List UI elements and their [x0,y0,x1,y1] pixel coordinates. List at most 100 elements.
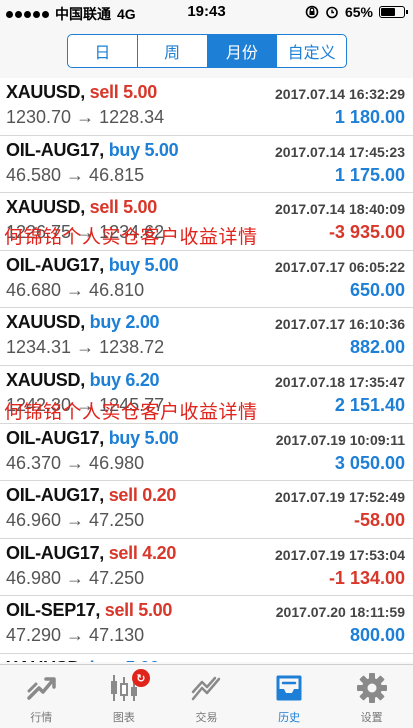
trade-datetime: 2017.07.19 10:09:11 [275,431,405,448]
trade-prices: 1242.30 → 1245.77 [6,394,165,415]
symbol-label: OIL-AUG17, [6,139,105,160]
trade-row[interactable]: XAUUSD, sell 5.00 2017.07.14 18:40:09 1226… [0,193,413,251]
alarm-icon [326,6,338,19]
trade-prices: 46.980 → 47.250 [6,567,145,588]
segment-week[interactable]: 周 [138,35,208,67]
trade-row[interactable]: OIL-AUG17, buy 5.00 2017.07.19 10:09:11 46… [0,423,413,482]
trade-symbol: XAUUSD, sell 5.00 [6,82,157,103]
segment-month[interactable]: 月份 [207,35,278,67]
trade-profit: 3 050.00 [334,452,405,473]
period-segmented-control: 日 周 月份 自定义 [67,34,347,68]
tab-quotes[interactable]: 行情 [0,665,83,728]
tab-label: 图表 [112,711,135,724]
trade-side-lots: buy 5.00 [108,139,179,160]
symbol-label: XAUUSD, [6,312,85,333]
trade-prices: 46.370 → 46.980 [6,452,145,473]
trade-symbol: OIL-AUG17, sell 0.20 [6,485,176,506]
trade-profit: 650.00 [349,279,405,300]
symbol-label: OIL-AUG17, [6,254,105,275]
trade-profit: -1 134.00 [328,567,405,588]
trade-profit: 1 175.00 [334,164,405,185]
tab-label: 行情 [30,711,53,724]
battery-icon [379,6,408,18]
tab-chart[interactable]: ↻ 图表 [83,665,166,728]
tab-label: 历史 [278,711,301,724]
trade-side-lots: buy 5.00 [90,658,160,662]
trade-row[interactable]: OIL-SEP17, sell 5.00 2017.07.20 18:11:59 4… [0,596,413,654]
trade-symbol: OIL-SEP17, sell 5.00 [6,600,172,621]
trade-side-lots: buy 6.20 [89,369,160,390]
trade-row[interactable]: OIL-AUG17, sell 0.20 2017.07.19 17:52:49 4… [0,481,413,539]
bottom-tab-bar: 行情 ↻ 图表 交易 历史 设置 [0,664,413,728]
trade-side-lots: buy 5.00 [108,254,179,275]
tab-label: 设置 [360,711,383,724]
symbol-label: XAUUSD, [6,197,85,218]
trade-profit: 1 180.00 [334,107,405,127]
trade-datetime: 2017.07.19 17:52:49 [275,489,405,506]
trade-row[interactable]: XAUUSD, sell 5.00 2017.07.14 16:32:29 1230… [0,78,413,136]
trade-side-lots: buy 2.00 [89,312,160,333]
trade-datetime: 2017.07.20 18:11:59 [275,604,405,621]
history-icon [276,675,302,701]
tab-settings[interactable]: 设置 [330,665,413,728]
trade-datetime: 2017.07.14 17:45:23 [275,143,405,160]
chart-refresh-badge: ↻ [131,669,150,687]
trade-datetime: 2017.07.14 18:40:09 [275,201,405,218]
trade-side-lots: sell 4.20 [108,542,177,563]
symbol-label: OIL-AUG17, [6,427,105,448]
trade-icon [192,676,221,701]
symbol-label: XAUUSD, [6,369,85,390]
symbol-label: OIL-AUG17, [6,485,105,506]
trade-symbol: XAUUSD, buy 6.20 [6,369,160,391]
trade-row[interactable]: XAUUSD, buy 6.20 2017.07.18 17:35:47 1242.… [0,365,413,424]
symbol-label: OIL-AUG17, [6,542,105,563]
trade-symbol: XAUUSD, buy 5.00 [6,658,160,662]
trade-datetime: 2017.07.17 06:05:22 [275,258,405,275]
trade-profit: 882.00 [349,337,405,358]
trade-side-lots: sell 5.00 [89,82,158,102]
trade-profit: -3 935.00 [328,222,405,243]
trade-row[interactable]: XAUUSD, buy 2.00 2017.07.17 16:10:36 1234.… [0,308,413,366]
trade-profit: 800.00 [349,625,405,646]
trade-prices: 47.290 → 47.130 [6,625,145,646]
trade-prices: 1230.70 → 1228.34 [6,107,165,127]
trade-row[interactable]: XAUUSD, buy 5.002017.07.21 09:11:17 [0,653,413,662]
trade-side-lots: sell 0.20 [108,485,177,506]
trade-symbol: OIL-AUG17, buy 5.00 [6,254,179,276]
trade-symbol: OIL-AUG17, buy 5.00 [6,139,179,161]
trade-prices: 1226.75 → 1234.62 [6,222,165,243]
trade-datetime: 2017.07.14 16:32:29 [275,86,405,102]
trade-symbol: XAUUSD, sell 5.00 [6,197,157,218]
segment-day[interactable]: 日 [68,35,138,67]
trade-profit: 2 151.40 [334,394,405,415]
symbol-label: XAUUSD, [6,82,85,102]
tab-history[interactable]: 历史 [248,665,331,728]
trade-row[interactable]: OIL-AUG17, sell 4.20 2017.07.19 17:53:04 4… [0,538,413,597]
trade-datetime: 2017.07.17 16:10:36 [275,316,405,333]
quotes-icon [27,677,57,700]
trade-symbol: OIL-AUG17, sell 4.20 [6,543,176,564]
trade-profit: -58.00 [353,510,405,531]
trade-symbol: XAUUSD, buy 2.00 [6,312,160,333]
symbol-label: OIL-SEP17, [6,600,101,621]
status-bar: 中国联通 4G 19:43 65% [0,0,413,24]
trade-datetime: 2017.07.19 17:53:04 [275,546,405,563]
battery-percent: 65% [344,4,373,20]
trade-prices: 1234.31 → 1238.72 [6,337,165,358]
segment-custom[interactable]: 自定义 [277,35,346,67]
trade-row[interactable]: OIL-AUG17, buy 5.00 2017.07.14 17:45:23 46… [0,135,413,194]
status-right: 65% [305,4,408,20]
tab-trade[interactable]: 交易 [165,665,248,728]
trade-history-list[interactable]: XAUUSD, sell 5.00 2017.07.14 16:32:29 1230… [0,78,413,662]
trade-datetime: 2017.07.18 17:35:47 [275,373,405,390]
trade-symbol: OIL-AUG17, buy 5.00 [6,427,179,449]
battery-fill [381,8,395,16]
trade-row[interactable]: OIL-AUG17, buy 5.00 2017.07.17 06:05:22 46… [0,250,413,309]
settings-icon [356,673,387,703]
tab-label: 交易 [195,711,218,724]
trade-side-lots: sell 5.00 [89,197,158,218]
symbol-label: XAUUSD, [6,658,85,662]
trade-side-lots: buy 5.00 [108,427,179,448]
trade-prices: 46.680 → 46.810 [6,279,145,300]
trade-prices: 46.960 → 47.250 [6,510,145,531]
